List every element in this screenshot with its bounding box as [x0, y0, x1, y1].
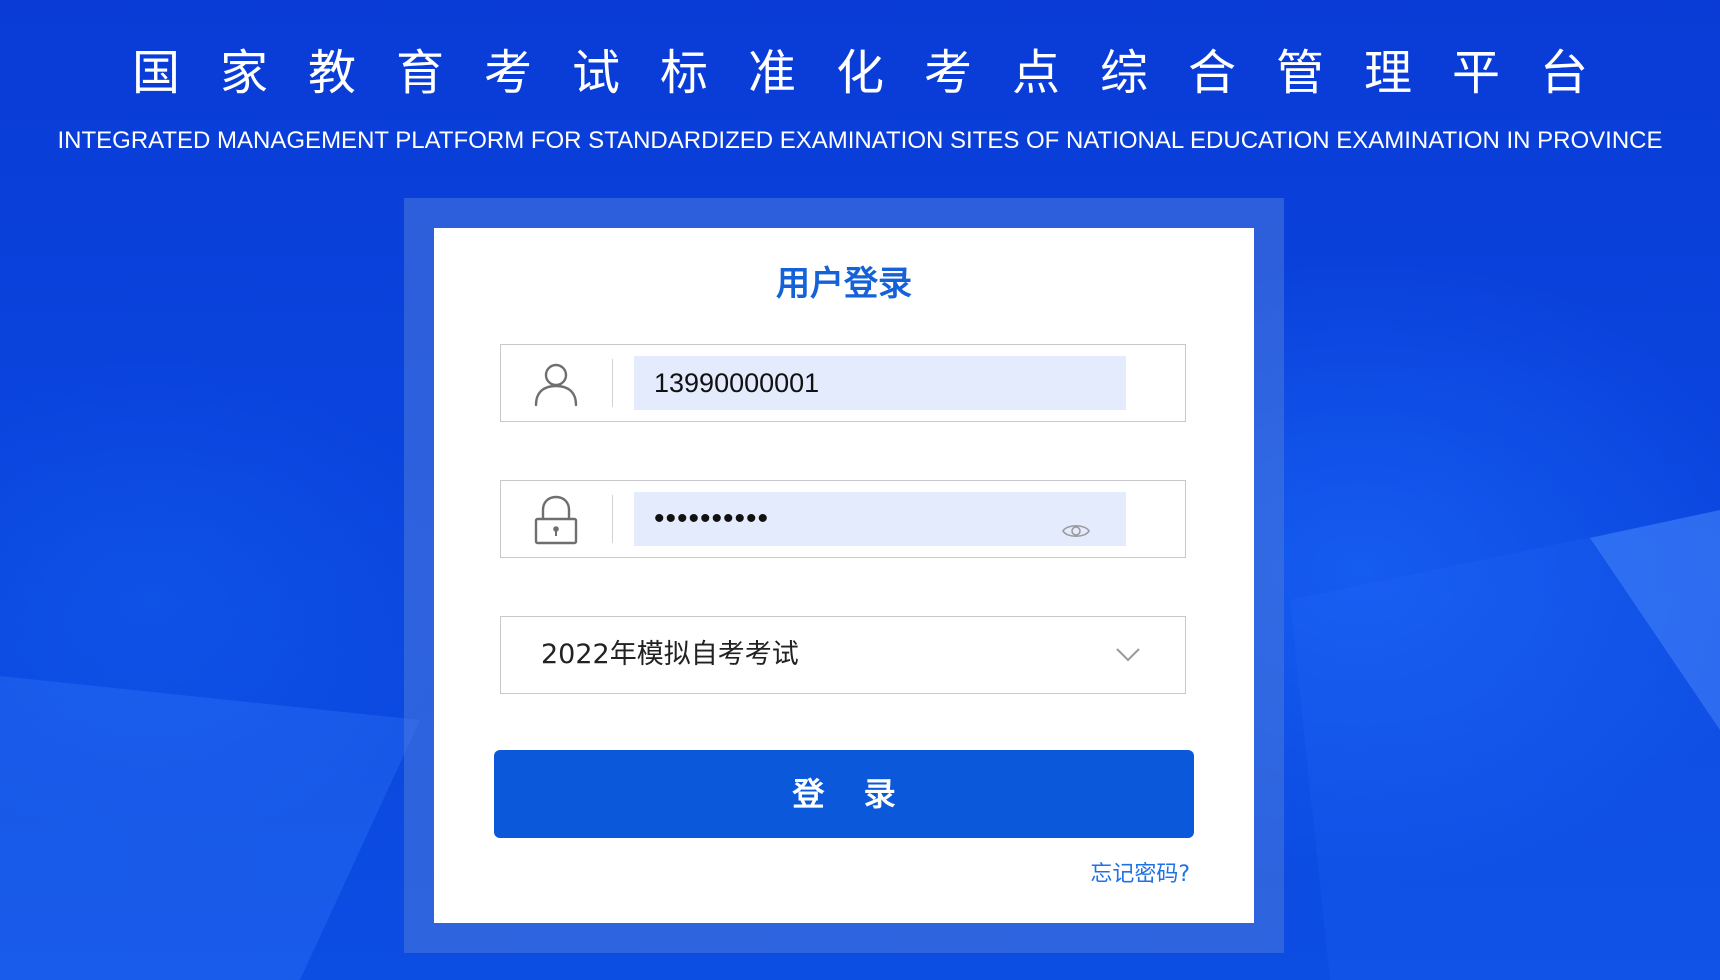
exam-select[interactable]: 2022年模拟自考考试 — [500, 616, 1186, 694]
user-icon — [534, 363, 578, 407]
forgot-password-link[interactable]: 忘记密码? — [1070, 860, 1190, 890]
field-divider — [612, 359, 613, 407]
login-title: 用户登录 — [776, 264, 912, 304]
username-field — [500, 344, 1186, 422]
password-input[interactable] — [634, 492, 1126, 546]
exam-select-value: 2022年模拟自考考试 — [541, 639, 799, 670]
password-field — [500, 480, 1186, 558]
login-button[interactable]: 登 录 — [494, 750, 1194, 838]
eye-icon[interactable] — [1061, 521, 1091, 541]
username-input[interactable] — [634, 356, 1126, 410]
page-title: 国家教育考试标准化考点综合管理平台 — [131, 45, 1628, 101]
page-subtitle: INTEGRATED MANAGEMENT PLATFORM FOR STAND… — [57, 127, 1663, 154]
lock-icon — [534, 495, 578, 545]
field-divider — [612, 495, 613, 543]
chevron-down-icon — [1116, 648, 1140, 662]
login-card: 用户登录 2022年模拟自考考试 登 录 忘记密码? — [434, 228, 1254, 923]
